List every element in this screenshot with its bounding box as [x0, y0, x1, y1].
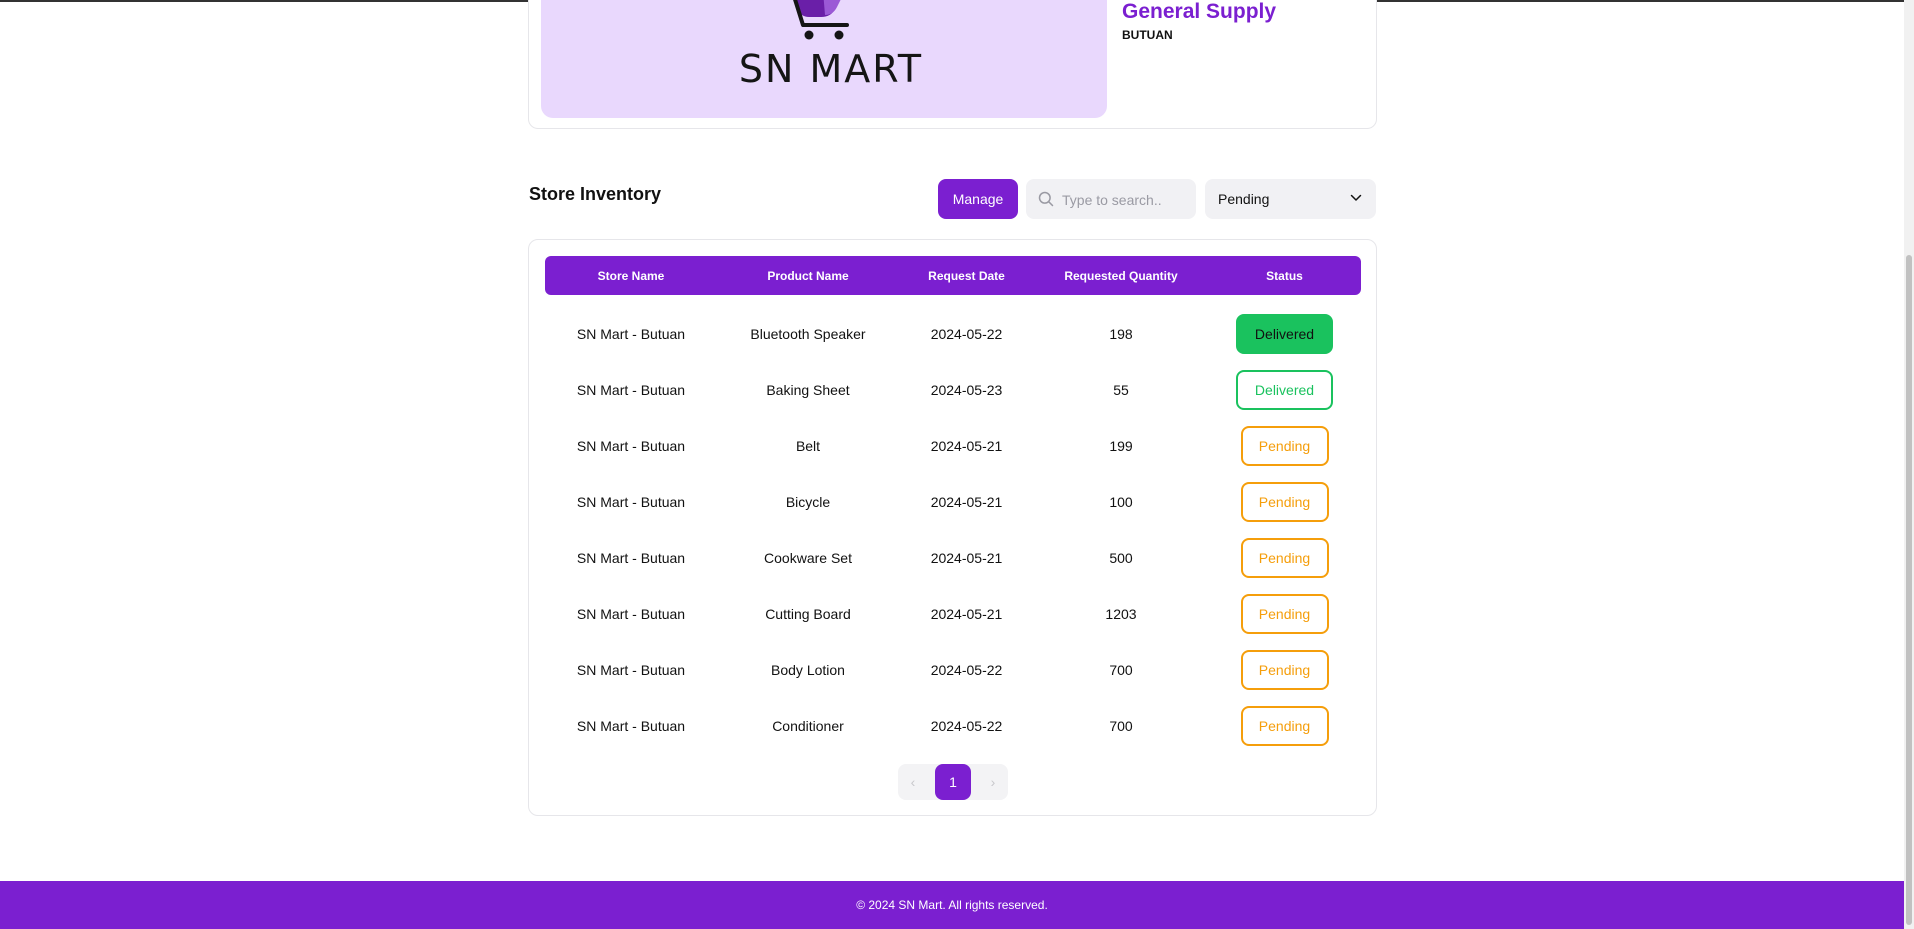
status-badge-pending[interactable]: Pending [1240, 482, 1329, 522]
cell-store-name: SN Mart - Butuan [576, 550, 686, 566]
table-row: SN Mart - Butuan Baking Sheet 2024-05-23… [545, 362, 1361, 418]
shopping-cart-icon [793, 0, 849, 40]
cell-request-date: 2024-05-21 [930, 550, 1003, 566]
status-badge-pending[interactable]: Pending [1240, 706, 1329, 746]
status-badge-pending[interactable]: Pending [1240, 594, 1329, 634]
scrollbar-thumb[interactable] [1906, 255, 1912, 925]
section-title: Store Inventory [529, 184, 662, 204]
search-input[interactable] [1060, 179, 1194, 221]
page-button-current[interactable]: 1 [935, 764, 971, 800]
pagination: ‹ 1 › [898, 764, 1008, 800]
table-row: SN Mart - Butuan Belt 2024-05-21 199 Pen… [545, 418, 1361, 474]
chevron-down-icon [1350, 194, 1362, 201]
cell-requested-quantity: 198 [1109, 326, 1133, 342]
status-badge-pending[interactable]: Pending [1240, 426, 1329, 466]
store-info-card: SN MART General Supply BUTUAN [528, 0, 1377, 129]
status-badge-delivered[interactable]: Delivered [1236, 314, 1333, 354]
cell-store-name: SN Mart - Butuan [576, 718, 686, 734]
table-row: SN Mart - Butuan Cutting Board 2024-05-2… [545, 586, 1361, 642]
cell-product-name: Body Lotion [771, 662, 845, 678]
cell-requested-quantity: 500 [1109, 550, 1133, 566]
cell-product-name: Conditioner [772, 718, 844, 734]
status-filter-value: Pending [1218, 191, 1270, 207]
table-header: Store Name Product Name Request Date Req… [545, 256, 1361, 295]
column-header-request-date: Request Date [928, 268, 1005, 283]
previous-page-button[interactable]: ‹ [898, 764, 928, 800]
status-badge-delivered[interactable]: Delivered [1236, 370, 1333, 410]
cell-requested-quantity: 1203 [1105, 606, 1137, 622]
logo-wordmark: SN MART [738, 47, 924, 91]
cell-product-name: Bluetooth Speaker [750, 326, 866, 342]
cell-request-date: 2024-05-23 [930, 382, 1003, 398]
store-name: General Supply [1122, 0, 1277, 23]
cell-store-name: SN Mart - Butuan [576, 606, 686, 622]
table-row: SN Mart - Butuan Body Lotion 2024-05-22 … [545, 642, 1361, 698]
column-header-requested-quantity: Requested Quantity [1064, 268, 1178, 283]
cell-request-date: 2024-05-21 [930, 494, 1003, 510]
search-icon [1038, 191, 1054, 207]
table-row: SN Mart - Butuan Bicycle 2024-05-21 100 … [545, 474, 1361, 530]
cell-product-name: Baking Sheet [766, 382, 850, 398]
column-header-product-name: Product Name [767, 268, 849, 283]
store-logo: SN MART [541, 0, 1107, 118]
table-row: SN Mart - Butuan Conditioner 2024-05-22 … [545, 698, 1361, 754]
column-header-store-name: Store Name [597, 268, 665, 283]
table-row: SN Mart - Butuan Bluetooth Speaker 2024-… [545, 306, 1361, 362]
cell-product-name: Cutting Board [765, 606, 851, 622]
cell-store-name: SN Mart - Butuan [576, 382, 686, 398]
status-filter-select[interactable]: Pending [1205, 179, 1376, 219]
next-page-button[interactable]: › [978, 764, 1008, 800]
page-scrollbar[interactable] [1904, 0, 1914, 929]
footer: © 2024 SN Mart. All rights reserved. [0, 881, 1904, 929]
cell-request-date: 2024-05-21 [930, 606, 1003, 622]
cell-store-name: SN Mart - Butuan [576, 326, 686, 342]
status-badge-pending[interactable]: Pending [1240, 650, 1329, 690]
cell-request-date: 2024-05-22 [930, 662, 1003, 678]
cell-requested-quantity: 700 [1109, 662, 1133, 678]
cell-store-name: SN Mart - Butuan [576, 662, 686, 678]
table-body: SN Mart - Butuan Bluetooth Speaker 2024-… [545, 306, 1361, 754]
column-header-status: Status [1266, 268, 1303, 283]
cell-product-name: Cookware Set [764, 550, 852, 566]
cell-store-name: SN Mart - Butuan [576, 438, 686, 454]
manage-button[interactable]: Manage [938, 179, 1018, 219]
cell-store-name: SN Mart - Butuan [576, 494, 686, 510]
cell-request-date: 2024-05-22 [930, 326, 1003, 342]
status-badge-pending[interactable]: Pending [1240, 538, 1329, 578]
table-row: SN Mart - Butuan Cookware Set 2024-05-21… [545, 530, 1361, 586]
cell-requested-quantity: 199 [1109, 438, 1133, 454]
cell-product-name: Bicycle [785, 494, 831, 510]
cell-requested-quantity: 700 [1109, 718, 1133, 734]
search-box [1026, 179, 1196, 221]
store-location: BUTUAN [1122, 28, 1173, 42]
cell-requested-quantity: 55 [1113, 382, 1129, 398]
inventory-table-card: Store Name Product Name Request Date Req… [528, 239, 1377, 816]
cell-request-date: 2024-05-21 [930, 438, 1003, 454]
cell-requested-quantity: 100 [1109, 494, 1133, 510]
footer-copyright: © 2024 SN Mart. All rights reserved. [856, 898, 1048, 912]
cell-product-name: Belt [795, 438, 821, 454]
cell-request-date: 2024-05-22 [930, 718, 1003, 734]
